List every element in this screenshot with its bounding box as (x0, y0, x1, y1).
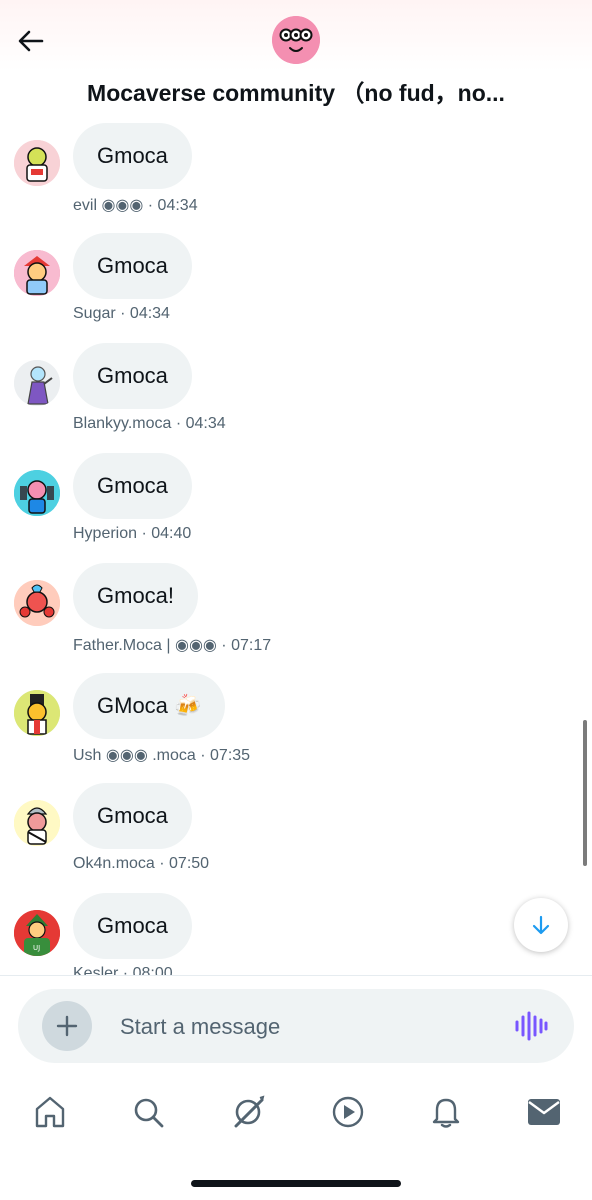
message-row: GMoca 🍻 Ush ◉◉◉ .moca · 07:35 (0, 668, 592, 778)
message-list[interactable]: Gmoca evil ◉◉◉ · 04:34 Gmoca Sugar · 04:… (0, 118, 592, 976)
message-row: Gmoca Ok4n.moca · 07:50 (0, 778, 592, 888)
nav-grok[interactable] (226, 1090, 270, 1134)
message-meta: Blankyy.moca · 04:34 (73, 415, 226, 432)
chat-header: Mocaverse community （no fud，no... (0, 0, 592, 118)
svg-text:UJ: UJ (33, 944, 40, 952)
avatar-image (14, 690, 60, 736)
arrow-left-icon (18, 30, 44, 52)
avatar[interactable]: UJ (14, 910, 60, 956)
message-bubble[interactable]: Gmoca (73, 123, 192, 189)
composer-divider (0, 975, 592, 976)
grok-icon (234, 1095, 265, 1128)
avatar[interactable] (14, 250, 60, 296)
message-bubble[interactable]: Gmoca (73, 453, 192, 519)
message-meta: Sugar · 04:34 (73, 305, 170, 322)
avatar-image (14, 580, 60, 626)
voice-waveform-icon (515, 1011, 548, 1041)
message-row: Gmoca evil ◉◉◉ · 04:34 (0, 118, 592, 228)
nav-search[interactable] (126, 1090, 170, 1134)
bottom-navigation (0, 1082, 592, 1142)
voice-message-button[interactable] (514, 1011, 548, 1041)
message-row: Gmoca! Father.Moca | ◉◉◉ · 07:17 (0, 558, 592, 668)
avatar[interactable] (14, 580, 60, 626)
message-row: UJ Gmoca Kesler · 08:00 (0, 888, 592, 976)
bell-icon (432, 1098, 460, 1128)
add-media-button[interactable] (42, 1001, 92, 1051)
avatar-image: UJ (14, 910, 60, 956)
message-meta: Ush ◉◉◉ .moca · 07:35 (73, 747, 251, 764)
search-icon (134, 1098, 164, 1128)
message-bubble[interactable]: GMoca 🍻 (73, 673, 226, 739)
message-bubble[interactable]: Gmoca (73, 893, 192, 959)
nav-notifications[interactable] (424, 1090, 468, 1134)
message-meta: Father.Moca | ◉◉◉ · 07:17 (73, 637, 272, 654)
video-icon (332, 1096, 364, 1128)
scrollbar[interactable] (583, 720, 587, 866)
avatar[interactable] (14, 470, 60, 516)
chat-title[interactable]: Mocaverse community （no fud，no... (0, 74, 592, 108)
avatar[interactable] (14, 140, 60, 186)
message-row: Gmoca Hyperion · 04:40 (0, 448, 592, 558)
message-meta: Ok4n.moca · 07:50 (73, 855, 210, 872)
home-icon (35, 1096, 65, 1128)
message-bubble[interactable]: Gmoca (73, 343, 192, 409)
nav-video[interactable] (326, 1090, 370, 1134)
message-bubble[interactable]: Gmoca (73, 783, 192, 849)
mail-icon (528, 1099, 560, 1125)
plus-icon (56, 1015, 78, 1037)
message-composer (18, 989, 574, 1063)
group-avatar[interactable] (272, 16, 320, 64)
avatar-image (14, 470, 60, 516)
message-meta: evil ◉◉◉ · 04:34 (73, 197, 198, 214)
avatar[interactable] (14, 800, 60, 846)
moca-face-icon (272, 16, 320, 64)
message-meta: Hyperion · 04:40 (73, 525, 192, 542)
home-indicator[interactable] (191, 1180, 401, 1187)
avatar-image (14, 140, 60, 186)
message-input[interactable] (118, 1009, 492, 1045)
arrow-down-icon (532, 915, 550, 935)
avatar[interactable] (14, 360, 60, 406)
scroll-to-bottom-button[interactable] (514, 898, 568, 952)
message-bubble[interactable]: Gmoca (73, 233, 192, 299)
nav-home[interactable] (28, 1090, 72, 1134)
message-row: Gmoca Sugar · 04:34 (0, 228, 592, 338)
message-bubble[interactable]: Gmoca! (73, 563, 199, 629)
back-button[interactable] (12, 22, 50, 60)
avatar-image (14, 360, 60, 406)
nav-messages[interactable] (522, 1090, 566, 1134)
avatar[interactable] (14, 690, 60, 736)
message-row: Gmoca Blankyy.moca · 04:34 (0, 338, 592, 448)
avatar-image (14, 800, 60, 846)
avatar-image (14, 250, 60, 296)
